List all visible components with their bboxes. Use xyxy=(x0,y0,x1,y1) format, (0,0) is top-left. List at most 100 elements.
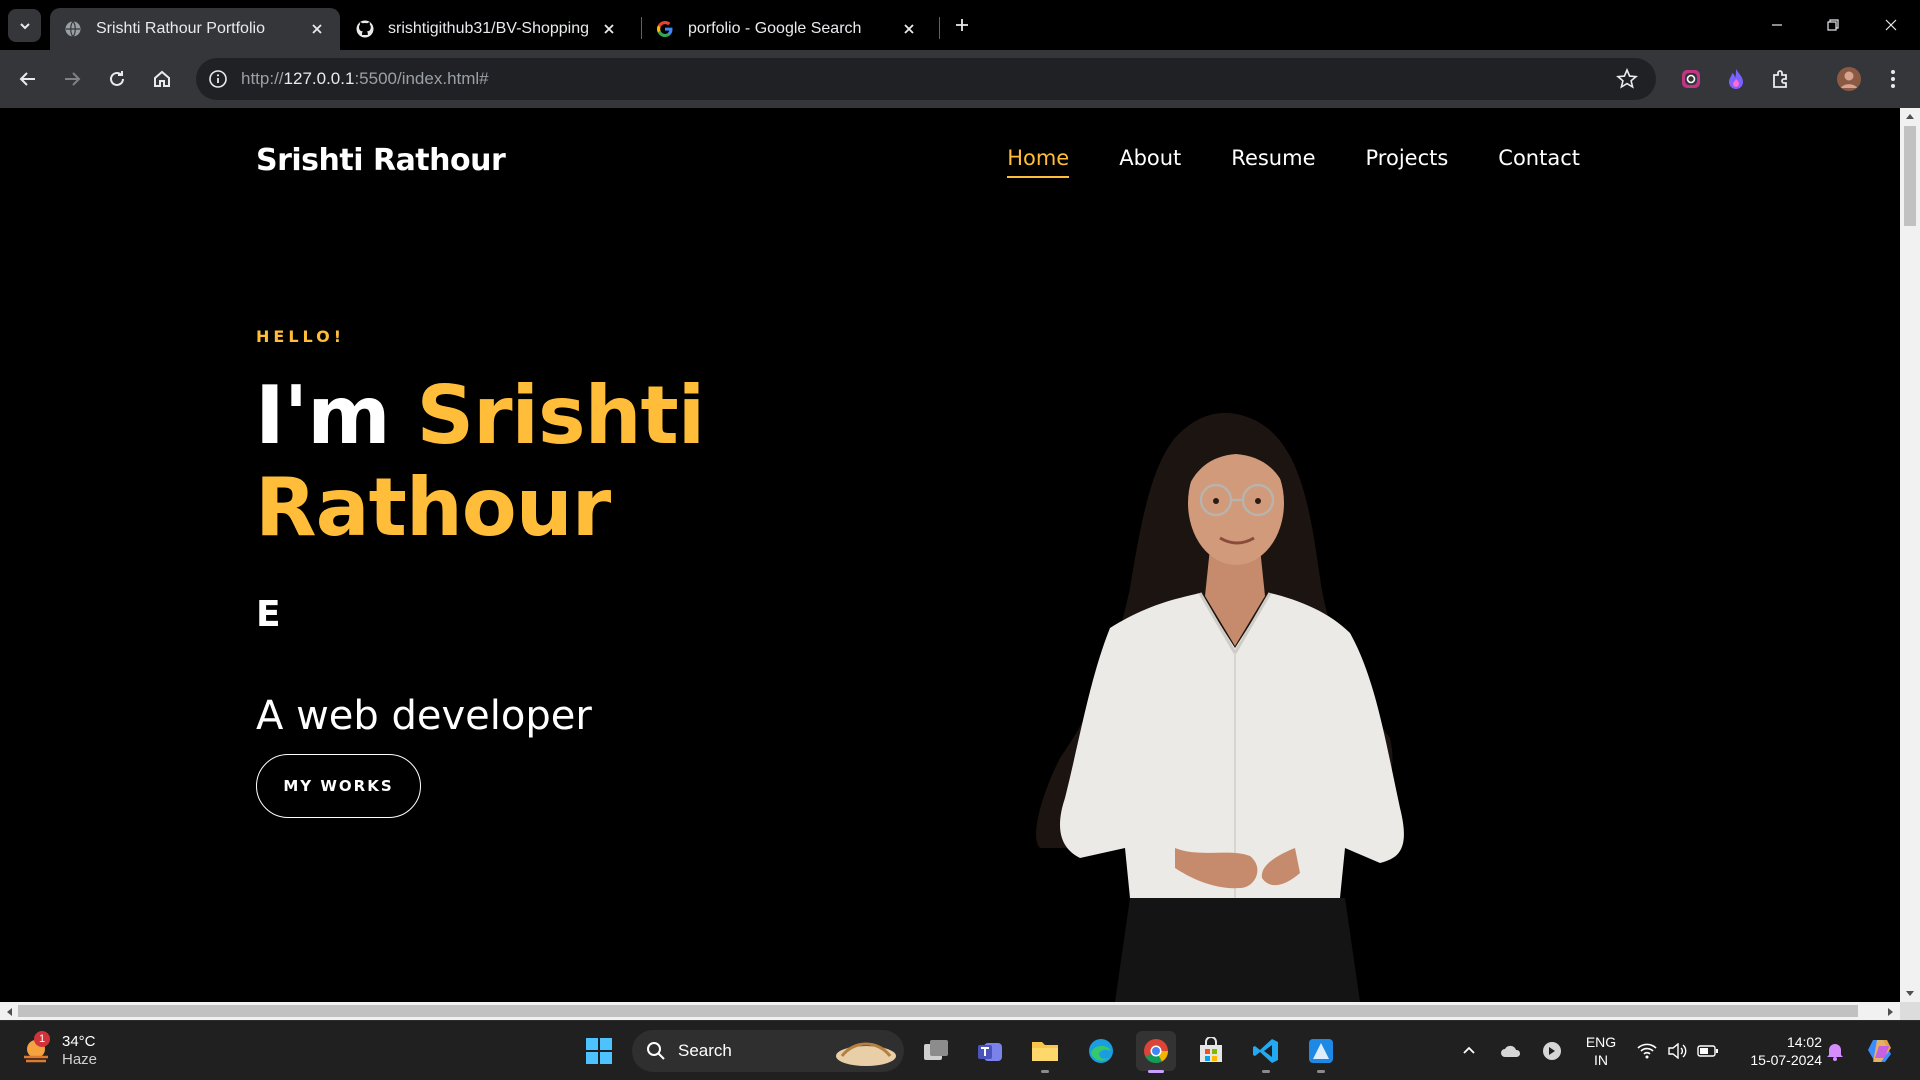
reload-button[interactable] xyxy=(103,65,131,93)
extensions-puzzle-icon[interactable] xyxy=(1768,66,1794,92)
hero-headline: I'm Srishti Rathour xyxy=(255,369,705,554)
scroll-right-arrow-icon[interactable] xyxy=(1887,1007,1895,1017)
onedrive-tray[interactable] xyxy=(1496,1031,1526,1071)
close-icon[interactable] xyxy=(600,20,618,38)
forward-button[interactable] xyxy=(58,65,86,93)
tab-strip: Srishti Rathour Portfolio srishtigithub3… xyxy=(0,0,1920,50)
horizontal-scroll-thumb[interactable] xyxy=(18,1005,1858,1017)
home-button[interactable] xyxy=(148,65,176,93)
nav-projects[interactable]: Projects xyxy=(1366,146,1449,178)
battery-icon xyxy=(1697,1045,1718,1057)
shield-icon xyxy=(1543,1042,1561,1060)
wifi-tray[interactable] xyxy=(1632,1031,1662,1071)
copilot-button[interactable] xyxy=(1860,1031,1900,1071)
chevron-down-icon xyxy=(19,22,30,29)
nav-resume[interactable]: Resume xyxy=(1231,146,1315,178)
tab-separator xyxy=(939,17,940,39)
new-tab-button[interactable] xyxy=(950,13,974,37)
tab-portfolio[interactable]: Srishti Rathour Portfolio xyxy=(50,8,340,50)
windows-logo-icon xyxy=(586,1038,612,1064)
vertical-scroll-thumb[interactable] xyxy=(1904,126,1916,226)
teams-icon xyxy=(978,1043,1002,1061)
profile-avatar[interactable] xyxy=(1836,66,1862,92)
extension-flame-icon[interactable] xyxy=(1723,66,1749,92)
hero-greeting: HELLO! xyxy=(256,327,346,346)
vertical-scrollbar[interactable] xyxy=(1900,108,1920,1002)
azure-icon xyxy=(1309,1039,1333,1063)
tab-title: Srishti Rathour Portfolio xyxy=(96,20,265,37)
teams-app[interactable] xyxy=(970,1031,1010,1071)
edge-app[interactable] xyxy=(1081,1031,1121,1071)
language-indicator[interactable]: ENG IN xyxy=(1584,1033,1618,1069)
vscode-app[interactable] xyxy=(1246,1031,1286,1073)
close-window-button[interactable] xyxy=(1876,10,1906,40)
chevron-up-icon xyxy=(1463,1046,1475,1054)
weather-widget[interactable]: 1 34°C Haze xyxy=(20,1031,98,1069)
address-bar[interactable]: http://127.0.0.1:5500/index.html# xyxy=(196,58,1656,100)
cloud-icon xyxy=(1501,1045,1521,1057)
nav-about[interactable]: About xyxy=(1119,146,1181,178)
extension-colorful-icon[interactable] xyxy=(1678,66,1704,92)
search-label: Search xyxy=(678,1041,732,1060)
vscode-icon xyxy=(1253,1039,1278,1063)
close-icon xyxy=(1885,19,1897,31)
tab-search-button[interactable] xyxy=(8,9,41,42)
vpn-tray[interactable] xyxy=(1537,1031,1567,1071)
battery-tray[interactable] xyxy=(1693,1031,1723,1071)
hero-im: I'm xyxy=(255,369,417,462)
site-info-icon[interactable] xyxy=(206,67,230,91)
weather-description: Haze xyxy=(62,1051,98,1068)
nav-home[interactable]: Home xyxy=(1007,146,1070,178)
back-button[interactable] xyxy=(14,65,42,93)
tab-title: porfolio - Google Search xyxy=(688,20,862,37)
show-hidden-icons-button[interactable] xyxy=(1454,1031,1484,1071)
bookmark-star-icon[interactable] xyxy=(1616,68,1638,90)
store-icon xyxy=(1200,1037,1222,1062)
horizontal-scrollbar[interactable] xyxy=(0,1002,1900,1020)
task-view-icon xyxy=(924,1040,948,1060)
start-button[interactable] xyxy=(579,1031,619,1071)
clock[interactable]: 14:02 15-07-2024 xyxy=(1736,1033,1822,1069)
hero-subtitle: A web developer xyxy=(256,693,592,739)
scroll-left-arrow-icon[interactable] xyxy=(5,1007,13,1017)
url-scheme: http:// xyxy=(241,69,284,88)
active-indicator xyxy=(1148,1070,1164,1073)
taskbar-search[interactable]: Search xyxy=(632,1030,904,1072)
menu-kebab-icon[interactable] xyxy=(1880,66,1906,92)
copilot-icon xyxy=(1868,1040,1891,1062)
weather-icon: 1 xyxy=(20,1031,52,1067)
scroll-up-arrow-icon[interactable] xyxy=(1905,112,1915,120)
running-indicator xyxy=(1262,1070,1270,1073)
tab-github[interactable]: srishtigithub31/BV-Shopping xyxy=(342,8,632,50)
weather-badge: 1 xyxy=(34,1031,50,1047)
site-brand[interactable]: Srishti Rathour xyxy=(256,143,506,178)
arrow-right-icon xyxy=(65,72,81,86)
hero-first-name: Srishti xyxy=(416,369,705,462)
region-code: IN xyxy=(1594,1052,1608,1068)
restore-button[interactable] xyxy=(1818,10,1848,40)
notifications-button[interactable] xyxy=(1820,1031,1850,1071)
close-icon[interactable] xyxy=(308,20,326,38)
store-app[interactable] xyxy=(1191,1031,1231,1071)
url-path: :5500/index.html# xyxy=(354,69,489,88)
minimize-button[interactable] xyxy=(1762,10,1792,40)
scroll-down-arrow-icon[interactable] xyxy=(1905,990,1915,998)
chrome-app[interactable] xyxy=(1136,1031,1176,1073)
nav-contact[interactable]: Contact xyxy=(1498,146,1580,178)
tab-title: srishtigithub31/BV-Shopping xyxy=(388,20,590,37)
site-nav: Home About Resume Projects Contact xyxy=(1007,146,1580,178)
hero-last-name: Rathour xyxy=(255,461,611,554)
azure-app[interactable] xyxy=(1301,1031,1341,1073)
my-works-button[interactable]: MY WORKS xyxy=(256,754,421,818)
file-explorer-app[interactable] xyxy=(1025,1031,1065,1073)
close-icon[interactable] xyxy=(900,20,918,38)
folder-icon xyxy=(1032,1042,1058,1061)
task-view-button[interactable] xyxy=(916,1031,956,1071)
reload-icon xyxy=(110,71,124,86)
edge-icon xyxy=(1089,1039,1113,1063)
volume-tray[interactable] xyxy=(1662,1031,1692,1071)
globe-icon xyxy=(65,21,81,37)
tab-google-search[interactable]: porfolio - Google Search xyxy=(642,8,932,50)
scrollbar-corner xyxy=(1900,1002,1920,1020)
url-text[interactable]: http://127.0.0.1:5500/index.html# xyxy=(241,69,489,89)
